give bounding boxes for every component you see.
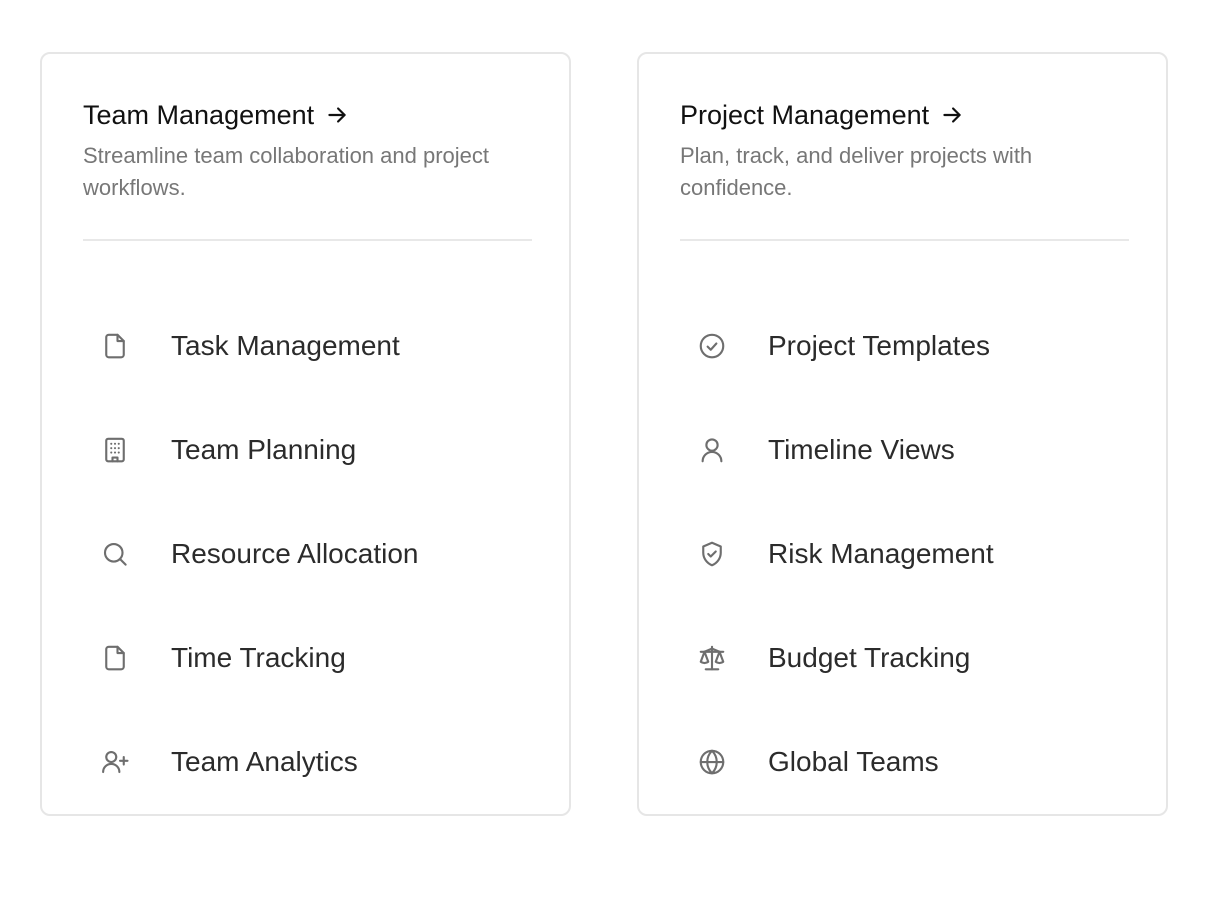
team-management-link[interactable]: Team Management	[83, 98, 532, 132]
scale-icon	[680, 641, 744, 675]
list-item-global-teams[interactable]: Global Teams	[680, 710, 1129, 814]
card-title: Team Management	[83, 100, 315, 130]
user-icon	[680, 433, 744, 467]
list-item-timeline-views[interactable]: Timeline Views	[680, 398, 1129, 502]
card-description: Streamline team collaboration and projec…	[83, 143, 490, 200]
item-label: Risk Management	[768, 538, 994, 569]
item-label: Task Management	[171, 330, 400, 361]
item-label: Global Teams	[768, 746, 939, 777]
building-icon	[83, 433, 147, 467]
item-label: Project Templates	[768, 330, 991, 361]
item-label: Budget Tracking	[768, 642, 971, 673]
project-management-card: Project Management Plan, track, and deli…	[637, 52, 1168, 816]
team-management-card: Team Management Streamline team collabor…	[40, 52, 571, 816]
file-icon	[83, 641, 147, 675]
page: Team Management Streamline team collabor…	[0, 0, 1214, 908]
list-item-risk-management[interactable]: Risk Management	[680, 502, 1129, 606]
list-item-team-analytics[interactable]: Team Analytics	[83, 710, 532, 814]
search-icon	[83, 537, 147, 571]
list-item-project-templates[interactable]: Project Templates	[680, 294, 1129, 398]
divider	[83, 239, 532, 241]
card-header: Team Management Streamline team collabor…	[83, 98, 532, 204]
divider	[680, 239, 1129, 241]
shield-check-icon	[680, 537, 744, 571]
item-label: Team Analytics	[171, 746, 358, 777]
item-label: Timeline Views	[768, 434, 955, 465]
list-item-budget-tracking[interactable]: Budget Tracking	[680, 606, 1129, 710]
user-plus-icon	[83, 745, 147, 779]
item-label: Time Tracking	[171, 642, 346, 673]
card-header: Project Management Plan, track, and deli…	[680, 98, 1129, 204]
item-label: Team Planning	[171, 434, 357, 465]
list-item-team-planning[interactable]: Team Planning	[83, 398, 532, 502]
check-circle-icon	[680, 329, 744, 363]
item-label: Resource Allocation	[171, 538, 419, 569]
card-description: Plan, track, and deliver projects with c…	[680, 143, 1033, 200]
arrow-right-icon	[939, 102, 965, 128]
feature-list: Task Management Team Planning Resource A…	[83, 294, 532, 814]
feature-list: Project Templates Timeline Views Risk Ma…	[680, 294, 1129, 814]
globe-icon	[680, 745, 744, 779]
list-item-time-tracking[interactable]: Time Tracking	[83, 606, 532, 710]
project-management-link[interactable]: Project Management	[680, 98, 1129, 132]
list-item-task-management[interactable]: Task Management	[83, 294, 532, 398]
arrow-right-icon	[324, 102, 350, 128]
card-title: Project Management	[680, 100, 930, 130]
list-item-resource-allocation[interactable]: Resource Allocation	[83, 502, 532, 606]
file-icon	[83, 329, 147, 363]
